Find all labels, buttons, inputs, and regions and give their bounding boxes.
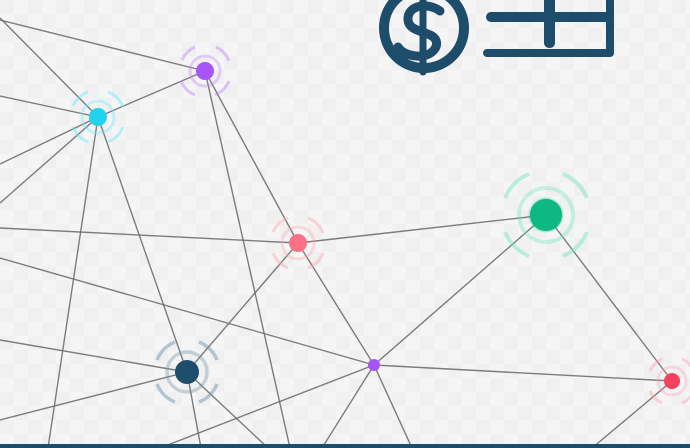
edge (204, 70, 299, 244)
edge (0, 227, 299, 244)
edge (0, 19, 206, 72)
small-purple-node (368, 359, 380, 371)
edge (373, 364, 673, 382)
green-node (503, 172, 589, 258)
edge (47, 116, 99, 448)
network-canvas (0, 0, 690, 448)
edge (0, 116, 99, 204)
edge (545, 214, 673, 382)
edge (321, 364, 375, 448)
edge (373, 214, 547, 366)
dollar-plus-logo-icon (379, 0, 614, 76)
bottom-edge-bar (0, 444, 690, 448)
purple-node (179, 45, 231, 97)
red-node (648, 357, 690, 405)
network-edges (0, 17, 673, 448)
edge (591, 380, 673, 448)
coral-node (271, 216, 325, 270)
edge (97, 116, 188, 373)
edge (0, 371, 188, 421)
dark-teal-node (155, 340, 219, 404)
edge (373, 364, 413, 448)
